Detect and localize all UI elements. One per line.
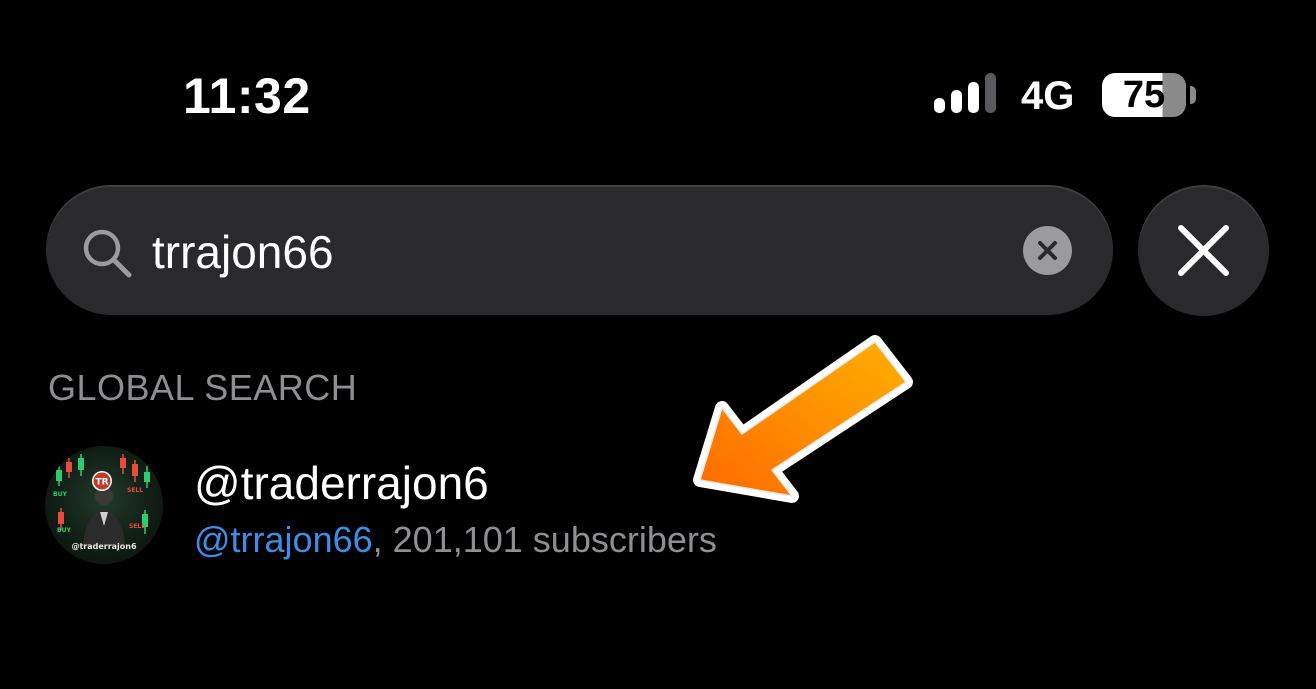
- battery-level: 75: [1122, 74, 1166, 116]
- result-username-link[interactable]: @trrajon66: [194, 519, 373, 560]
- clear-search-button[interactable]: [1023, 226, 1072, 275]
- svg-text:SELL: SELL: [127, 487, 143, 494]
- status-time: 11:32: [183, 68, 311, 124]
- avatar-caption: @traderrajon6: [71, 542, 137, 551]
- clear-x-icon: [1038, 241, 1057, 260]
- orange-arrow-icon: [693, 335, 913, 503]
- cellular-signal-icon: [934, 73, 996, 113]
- search-icon: [83, 229, 132, 278]
- section-header-global-search: GLOBAL SEARCH: [48, 367, 358, 408]
- search-input[interactable]: trrajon66: [152, 224, 334, 280]
- battery-icon: 75: [1102, 73, 1186, 117]
- avatar-image: BUY SELL BUY SELL TR @traderrajon6: [53, 454, 150, 551]
- svg-text:BUY: BUY: [57, 527, 71, 534]
- close-icon: [1178, 225, 1229, 276]
- network-type: 4G: [1021, 74, 1075, 118]
- close-search-button[interactable]: [1138, 185, 1269, 316]
- avatar[interactable]: BUY SELL BUY SELL TR @traderrajon6: [45, 446, 163, 564]
- avatar-badge: TR: [95, 478, 108, 488]
- svg-text:BUY: BUY: [53, 491, 67, 498]
- result-separator: ,: [372, 519, 383, 560]
- svg-text:SELL: SELL: [129, 523, 145, 530]
- battery-tip: [1190, 86, 1196, 104]
- search-result-channel[interactable]: BUY SELL BUY SELL TR @traderrajon6 @trad…: [0, 430, 1316, 580]
- result-title: @traderrajon6: [194, 457, 489, 509]
- result-subtitle: @trrajon66, 201,101 subscribers: [194, 518, 717, 562]
- result-subscribers: 201,101 subscribers: [382, 519, 717, 560]
